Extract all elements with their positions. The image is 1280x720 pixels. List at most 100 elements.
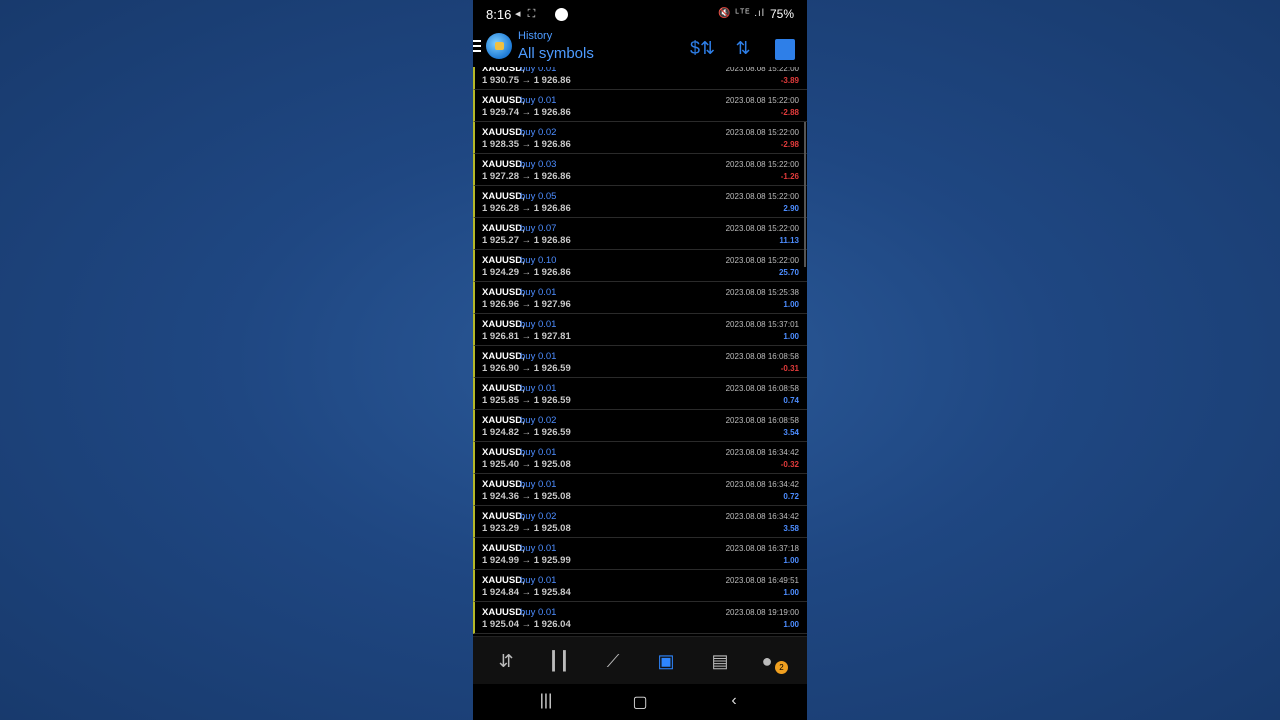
chart-icon[interactable]: ┃┃ (547, 649, 571, 673)
trade-prices: 1 923.29 → 1 925.08 (482, 523, 571, 534)
trade-row[interactable]: XAUUSD, buy 0.02 1 928.35 → 1 926.86 2023.0… (473, 122, 807, 154)
recents-icon[interactable]: ||| (534, 692, 558, 710)
trade-profit: -2.98 (780, 140, 799, 149)
battery-level: 75% (769, 7, 794, 21)
signal-icons: 🔇 ᴸᵀᴱ .ıl (718, 8, 765, 19)
bottom-navigation: ⇵ ┃┃ ⟋ ▣ ▤ ● 2 (473, 636, 807, 685)
trade-profit: -0.31 (780, 364, 799, 373)
trade-side: buy 0.02 (520, 415, 557, 426)
trade-row[interactable]: XAUUSD, buy 0.01 1 926.96 → 1 927.96 2023.0… (473, 282, 807, 314)
trade-icon[interactable]: ⟋ (601, 649, 625, 673)
trade-row[interactable]: XAUUSD, buy 0.01 1 925.40 → 1 925.08 2023.0… (473, 442, 807, 474)
trade-prices: 1 926.81 → 1 927.81 (482, 331, 571, 342)
trade-symbol: XAUUSD, (482, 223, 525, 234)
trade-profit: 3.54 (783, 428, 799, 437)
trade-date: 2023.08.08 15:22:00 (725, 256, 799, 265)
status-bar: 8:16 ◂ ⛶ 🔇 ᴸᵀᴱ .ıl 75% (473, 0, 807, 30)
trade-side: buy 0.01 (520, 607, 557, 618)
trade-side: buy 0.05 (520, 191, 557, 202)
trade-side: buy 0.01 (520, 95, 557, 106)
trade-side: buy 0.01 (520, 383, 557, 394)
menu-icon[interactable] (473, 40, 481, 55)
trade-row[interactable]: XAUUSD, buy 0.07 1 925.27 → 1 926.86 2023.0… (473, 218, 807, 250)
sort-icon[interactable]: ⇅ (732, 37, 754, 59)
history-list[interactable]: XAUUSD, buy 0.01 1 930.75 → 1 926.86 2023.0… (473, 67, 807, 636)
trade-prices: 1 925.40 → 1 925.08 (482, 459, 571, 470)
trade-row[interactable]: XAUUSD, buy 0.01 1 925.04 → 1 926.04 2023.0… (473, 602, 807, 634)
trade-profit: -2.88 (780, 108, 799, 117)
trade-date: 2023.08.08 15:37:01 (725, 320, 799, 329)
trade-row[interactable]: XAUUSD, buy 0.02 1 924.82 → 1 926.59 2023.0… (473, 410, 807, 442)
trade-profit: 25.70 (778, 268, 799, 277)
trade-date: 2023.08.08 16:37:18 (725, 544, 799, 553)
trade-date: 2023.08.08 19:19:00 (725, 608, 799, 617)
trade-side: buy 0.03 (520, 159, 557, 170)
trade-prices: 1 929.74 → 1 926.86 (482, 107, 571, 118)
trade-row[interactable]: XAUUSD, buy 0.01 1 926.81 → 1 927.81 2023.0… (473, 314, 807, 346)
trade-prices: 1 930.75 → 1 926.86 (482, 75, 571, 86)
symbol-filter[interactable]: All symbols (518, 45, 594, 62)
trade-symbol: XAUUSD, (482, 351, 525, 362)
trade-date: 2023.08.08 16:08:58 (725, 384, 799, 393)
status-time: 8:16 (486, 7, 512, 22)
trade-prices: 1 926.90 → 1 926.59 (482, 363, 571, 374)
status-left-icons: ◂ ⛶ (515, 8, 538, 20)
trade-row[interactable]: XAUUSD, buy 0.01 1 925.85 → 1 926.59 2023.0… (473, 378, 807, 410)
trade-date: 2023.08.08 15:22:00 (725, 192, 799, 201)
trade-symbol: XAUUSD, (482, 95, 525, 106)
trade-prices: 1 926.96 → 1 927.96 (482, 299, 571, 310)
symbol-toggle-icon[interactable]: $⇅ (690, 37, 715, 59)
trade-side: buy 0.10 (520, 255, 557, 266)
phone-screen: 8:16 ◂ ⛶ 🔇 ᴸᵀᴱ .ıl 75% History All symbo… (473, 0, 807, 720)
trade-profit: -1.26 (780, 172, 799, 181)
trade-symbol: XAUUSD, (482, 127, 525, 138)
trade-side: buy 0.02 (520, 511, 557, 522)
back-icon[interactable]: ‹ (722, 692, 746, 710)
trade-prices: 1 925.85 → 1 926.59 (482, 395, 571, 406)
trade-row[interactable]: XAUUSD, buy 0.01 1 926.90 → 1 926.59 2023.0… (473, 346, 807, 378)
trade-prices: 1 924.82 → 1 926.59 (482, 427, 571, 438)
trade-row[interactable]: XAUUSD, buy 0.03 1 927.28 → 1 926.86 2023.0… (473, 154, 807, 186)
trade-symbol: XAUUSD, (482, 575, 525, 586)
trade-prices: 1 924.84 → 1 925.84 (482, 587, 571, 598)
trade-side: buy 0.02 (520, 127, 557, 138)
trade-side: buy 0.07 (520, 223, 557, 234)
trade-profit: 0.74 (783, 396, 799, 405)
scrollbar[interactable] (804, 122, 806, 267)
trade-profit: 11.13 (779, 236, 799, 245)
trade-prices: 1 928.35 → 1 926.86 (482, 139, 571, 150)
trade-profit: -3.89 (780, 76, 799, 85)
trade-side: buy 0.01 (520, 351, 557, 362)
calendar-icon[interactable] (774, 37, 796, 60)
trade-symbol: XAUUSD, (482, 479, 525, 490)
home-icon[interactable]: ▢ (628, 692, 652, 712)
trade-row[interactable]: XAUUSD, buy 0.01 1 924.84 → 1 925.84 2023.0… (473, 570, 807, 602)
page-title: History (518, 30, 553, 42)
trade-date: 2023.08.08 15:22:00 (725, 160, 799, 169)
notification-icon (555, 8, 568, 21)
trade-symbol: XAUUSD, (482, 543, 525, 554)
trade-row[interactable]: XAUUSD, buy 0.01 1 930.75 → 1 926.86 2023.0… (473, 67, 807, 90)
trade-date: 2023.08.08 16:08:58 (725, 352, 799, 361)
app-logo-icon (486, 33, 512, 59)
trade-date: 2023.08.08 15:22:00 (725, 224, 799, 233)
trade-symbol: XAUUSD, (482, 255, 525, 266)
trade-row[interactable]: XAUUSD, buy 0.02 1 923.29 → 1 925.08 2023.0… (473, 506, 807, 538)
trade-row[interactable]: XAUUSD, buy 0.01 1 924.99 → 1 925.99 2023.0… (473, 538, 807, 570)
trade-row[interactable]: XAUUSD, buy 0.10 1 924.29 → 1 926.86 2023.0… (473, 250, 807, 282)
trade-prices: 1 925.04 → 1 926.04 (482, 619, 571, 630)
trade-profit: -0.32 (780, 460, 799, 469)
history-icon[interactable]: ▣ (654, 649, 678, 673)
trade-side: buy 0.01 (520, 543, 557, 554)
trade-prices: 1 924.36 → 1 925.08 (482, 491, 571, 502)
trade-profit: 1.00 (783, 620, 799, 629)
trade-side: buy 0.01 (520, 67, 557, 74)
trade-row[interactable]: XAUUSD, buy 0.05 1 926.28 → 1 926.86 2023.0… (473, 186, 807, 218)
trade-side: buy 0.01 (520, 479, 557, 490)
trade-row[interactable]: XAUUSD, buy 0.01 1 929.74 → 1 926.86 2023.0… (473, 90, 807, 122)
news-icon[interactable]: ▤ (708, 649, 732, 673)
trade-side: buy 0.01 (520, 575, 557, 586)
trade-side: buy 0.01 (520, 447, 557, 458)
trade-row[interactable]: XAUUSD, buy 0.01 1 924.36 → 1 925.08 2023.0… (473, 474, 807, 506)
quotes-icon[interactable]: ⇵ (494, 649, 518, 673)
